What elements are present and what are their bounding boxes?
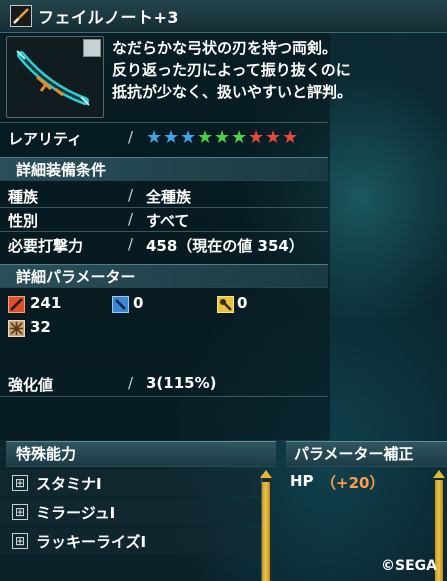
ability-item[interactable]: ⊞ スタミナI — [0, 470, 262, 496]
rarity-star: ★ — [214, 127, 232, 148]
separator-slash: / — [128, 210, 134, 228]
rarity-label: レアリティ — [8, 130, 83, 148]
description-line: なだらかな弓状の刃を持つ両剣。 — [112, 39, 338, 57]
rarity-star: ★ — [180, 127, 198, 148]
rarity-stars: ★★★★★★★★★ — [146, 127, 299, 148]
ability-name: ミラージュI — [36, 504, 116, 522]
abilities-header: 特殊能力 — [6, 441, 276, 467]
tech-attack-value: 0 — [237, 294, 248, 312]
striking-attack-icon — [8, 296, 25, 313]
expand-icon[interactable]: ⊞ — [12, 475, 28, 491]
param-bonus-title: パラメーター補正 — [294, 445, 414, 463]
item-name: フェイルノート+3 — [38, 8, 180, 27]
required-strength-label: 必要打撃力 — [8, 237, 84, 255]
required-strength-value: 458（現在の値 354） — [146, 237, 304, 255]
rarity-star: ★ — [231, 127, 249, 148]
race-value: 全種族 — [146, 188, 192, 206]
gender-value: すべて — [146, 212, 190, 230]
ability-name: スタミナI — [36, 475, 102, 493]
divider — [0, 207, 328, 208]
race-label: 種族 — [8, 188, 39, 206]
bonus-stat-label: HP — [290, 472, 314, 490]
description-line: 反り返った刃によって振り抜くのに — [112, 61, 351, 79]
separator-slash: / — [128, 186, 134, 204]
scroll-thumb[interactable] — [262, 482, 270, 581]
bow-icon — [10, 5, 32, 27]
item-header: フェイルノート+3 — [0, 0, 447, 33]
expand-icon[interactable]: ⊞ — [12, 533, 28, 549]
gender-label: 性別 — [8, 212, 39, 230]
expand-icon[interactable]: ⊞ — [12, 504, 28, 520]
copyright: ©SEGA — [381, 558, 437, 574]
divider — [0, 231, 328, 232]
requirements-title: 詳細装備条件 — [16, 161, 107, 179]
description-line: 抵抗が少なく、扱いやすいと評判。 — [112, 83, 353, 101]
abilities-title: 特殊能力 — [16, 445, 77, 463]
ability-name: ラッキーライズI — [36, 533, 147, 551]
rarity-star: ★ — [248, 127, 266, 148]
rarity-star: ★ — [282, 127, 300, 148]
ability-item[interactable]: ⊞ ミラージュI — [0, 499, 262, 525]
striking-attack-value: 241 — [30, 294, 62, 312]
param-bonus-header: パラメーター補正 — [286, 441, 447, 467]
lock-icon — [83, 39, 101, 57]
enhance-value: 3(115%) — [146, 374, 217, 392]
rarity-star: ★ — [146, 127, 164, 148]
parameters-header: 詳細パラメーター — [0, 264, 328, 288]
bonus-stat-value: （+20） — [321, 474, 385, 492]
element-value: 32 — [30, 318, 51, 336]
enhance-label: 強化値 — [8, 376, 54, 394]
ranged-attack-icon — [112, 296, 129, 313]
scroll-up-icon[interactable] — [433, 470, 445, 478]
ability-item[interactable]: ⊞ ラッキーライズI — [0, 528, 262, 554]
element-icon — [8, 320, 25, 337]
scroll-up-icon[interactable] — [260, 470, 272, 478]
divider — [0, 122, 328, 123]
requirements-header: 詳細装備条件 — [0, 157, 328, 181]
tech-attack-icon — [217, 296, 234, 313]
divider — [0, 396, 328, 397]
item-description: なだらかな弓状の刃を持つ両剣。 反り返った刃によって振り抜くのに 抵抗が少なく、… — [112, 37, 442, 103]
ranged-attack-value: 0 — [133, 294, 144, 312]
rarity-star: ★ — [163, 127, 181, 148]
separator-slash: / — [128, 374, 134, 392]
parameters-title: 詳細パラメーター — [16, 268, 136, 286]
separator-slash: / — [128, 235, 134, 253]
twin-blade-bow-image — [6, 36, 104, 118]
rarity-star: ★ — [265, 127, 283, 148]
rarity-star: ★ — [197, 127, 215, 148]
separator-slash: / — [128, 128, 134, 146]
